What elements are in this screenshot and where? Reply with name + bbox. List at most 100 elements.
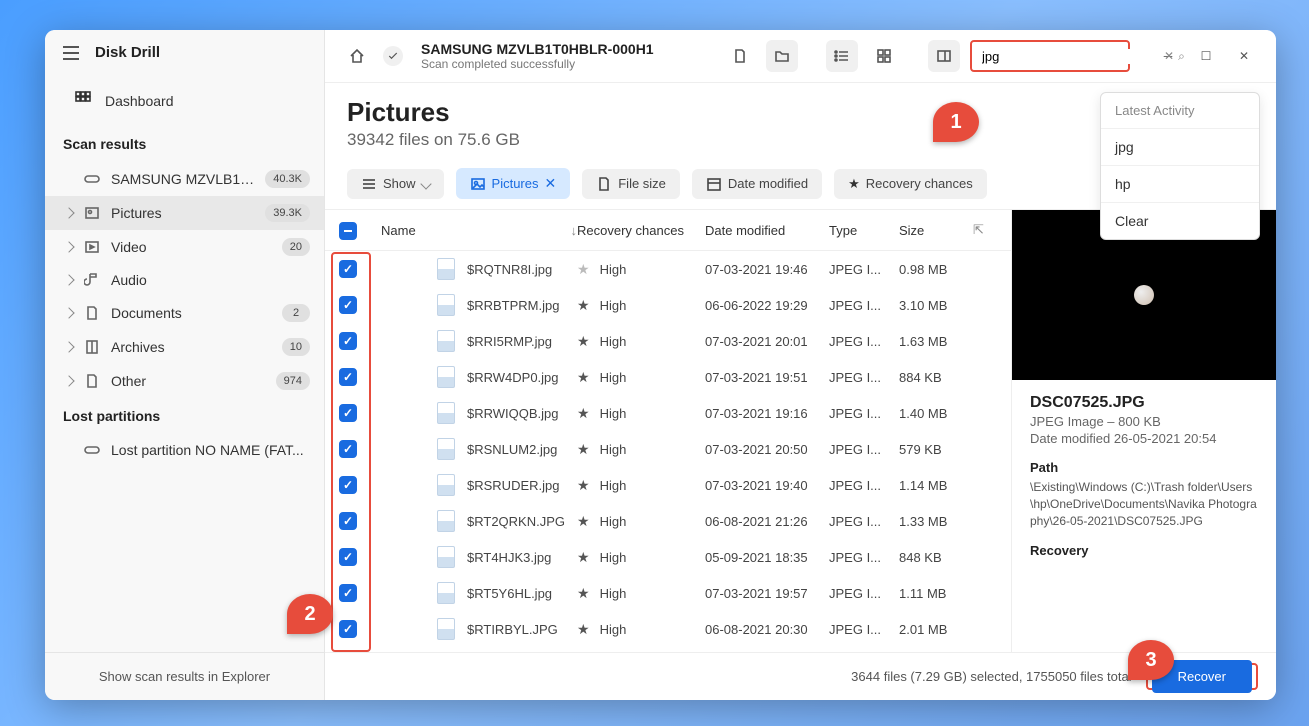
close-button[interactable]: ✕ xyxy=(1228,44,1260,68)
table-row[interactable]: $RTIRBYL.JPG ★High 06-08-2021 20:30 JPEG… xyxy=(325,611,1011,647)
category-icon xyxy=(83,239,101,255)
file-icon xyxy=(437,402,455,424)
chevron-right-icon xyxy=(63,207,74,218)
search-icon[interactable]: ⌕ xyxy=(1176,47,1187,66)
menu-icon[interactable] xyxy=(63,46,79,60)
chevron-right-icon xyxy=(63,274,74,285)
col-date[interactable]: Date modified xyxy=(705,223,829,238)
maximize-button[interactable]: ☐ xyxy=(1190,44,1222,68)
list-view-icon[interactable] xyxy=(826,40,858,72)
history-item[interactable]: hp xyxy=(1101,165,1259,202)
table-row[interactable]: $RSRUDER.jpg ★High 07-03-2021 19:40 JPEG… xyxy=(325,467,1011,503)
show-in-explorer[interactable]: Show scan results in Explorer xyxy=(45,652,324,700)
table-row[interactable]: $RT4HJK3.jpg ★High 05-09-2021 18:35 JPEG… xyxy=(325,539,1011,575)
chevron-right-icon xyxy=(63,375,74,386)
filesize-filter[interactable]: File size xyxy=(582,169,680,199)
history-item[interactable]: jpg xyxy=(1101,128,1259,165)
detail-filename: DSC07525.JPG xyxy=(1030,394,1258,412)
row-checkbox[interactable] xyxy=(339,332,357,350)
row-checkbox[interactable] xyxy=(339,548,357,566)
table-row[interactable]: $RRWIQQB.jpg ★High 07-03-2021 19:16 JPEG… xyxy=(325,395,1011,431)
star-icon: ★ xyxy=(577,333,590,349)
star-icon: ★ xyxy=(577,549,590,565)
star-icon: ★ xyxy=(577,369,590,385)
row-checkbox[interactable] xyxy=(339,296,357,314)
panel-toggle-icon[interactable] xyxy=(928,40,960,72)
popout-icon[interactable]: ⇱ xyxy=(973,222,997,238)
file-view-icon[interactable] xyxy=(724,40,756,72)
star-icon: ★ xyxy=(577,261,590,277)
row-checkbox[interactable] xyxy=(339,440,357,458)
category-icon xyxy=(83,373,101,389)
table-row[interactable]: $RT2QRKN.JPG ★High 06-08-2021 21:26 JPEG… xyxy=(325,503,1011,539)
category-icon xyxy=(83,205,101,221)
col-type[interactable]: Type xyxy=(829,223,899,238)
table-row[interactable]: $RRBTPRM.jpg ★High 06-06-2022 19:29 JPEG… xyxy=(325,287,1011,323)
row-checkbox[interactable] xyxy=(339,620,357,638)
sidebar-item-audio[interactable]: Audio xyxy=(45,264,324,296)
table-row[interactable]: $RSNLUM2.jpg ★High 07-03-2021 20:50 JPEG… xyxy=(325,431,1011,467)
file-icon xyxy=(596,176,612,192)
detail-meta: JPEG Image – 800 KB xyxy=(1030,414,1258,429)
file-icon xyxy=(437,438,455,460)
sidebar-item-archives[interactable]: Archives 10 xyxy=(45,330,324,364)
file-icon xyxy=(437,474,455,496)
star-icon: ★ xyxy=(577,297,590,313)
table-row[interactable]: $RRI5RMP.jpg ★High 07-03-2021 20:01 JPEG… xyxy=(325,323,1011,359)
main: SAMSUNG MZVLB1T0HBLR-000H1 Scan complete… xyxy=(325,30,1276,700)
folder-view-icon[interactable] xyxy=(766,40,798,72)
row-checkbox[interactable] xyxy=(339,512,357,530)
select-all-checkbox[interactable] xyxy=(339,222,357,240)
file-icon xyxy=(437,582,455,604)
star-icon: ★ xyxy=(577,441,590,457)
row-checkbox[interactable] xyxy=(339,476,357,494)
nav-dashboard[interactable]: Dashboard xyxy=(45,81,324,120)
table-row[interactable]: $RT5Y6HL.jpg ★High 07-03-2021 19:57 JPEG… xyxy=(325,575,1011,611)
row-checkbox[interactable] xyxy=(339,260,357,278)
history-clear[interactable]: Clear xyxy=(1101,202,1259,239)
col-name[interactable]: Name xyxy=(373,223,565,238)
close-icon[interactable]: ✕ xyxy=(545,175,557,192)
row-checkbox[interactable] xyxy=(339,584,357,602)
lost-partition-item[interactable]: Lost partition NO NAME (FAT... xyxy=(45,434,324,466)
show-filter[interactable]: Show xyxy=(347,169,444,199)
clear-search-icon[interactable]: ✕ xyxy=(1162,47,1176,65)
recovery-filter[interactable]: ★ Recovery chances xyxy=(834,169,987,199)
drive-info: SAMSUNG MZVLB1T0HBLR-000H1 Scan complete… xyxy=(421,41,714,71)
search-box[interactable]: ✕ ⌕ xyxy=(970,40,1130,72)
selection-status: 3644 files (7.29 GB) selected, 1755050 f… xyxy=(851,669,1131,684)
table-row[interactable]: $RRW4DP0.jpg ★High 07-03-2021 19:51 JPEG… xyxy=(325,359,1011,395)
app-title: Disk Drill xyxy=(95,44,160,61)
date-filter[interactable]: Date modified xyxy=(692,169,822,199)
star-icon: ★ xyxy=(577,585,590,601)
file-icon xyxy=(437,294,455,316)
search-input[interactable] xyxy=(978,49,1162,64)
home-button[interactable] xyxy=(341,40,373,72)
category-icon xyxy=(83,305,101,321)
table-row[interactable]: $RQTNR8I.jpg ★High 07-03-2021 19:46 JPEG… xyxy=(325,251,1011,287)
search-history-dropdown: Latest Activity jpg hp Clear xyxy=(1100,92,1260,240)
star-icon: ★ xyxy=(577,405,590,421)
row-checkbox[interactable] xyxy=(339,368,357,386)
drive-item[interactable]: SAMSUNG MZVLB1T0... 40.3K xyxy=(45,162,324,196)
sidebar-header: Disk Drill xyxy=(45,30,324,75)
pictures-filter[interactable]: Pictures ✕ xyxy=(456,168,571,199)
file-icon xyxy=(437,510,455,532)
star-icon: ★ xyxy=(577,477,590,493)
sidebar-item-documents[interactable]: Documents 2 xyxy=(45,296,324,330)
col-size[interactable]: Size xyxy=(899,223,973,238)
star-icon: ★ xyxy=(577,621,590,637)
details-panel: DSC07525.JPG JPEG Image – 800 KB Date mo… xyxy=(1011,210,1276,652)
row-checkbox[interactable] xyxy=(339,404,357,422)
chevron-right-icon xyxy=(63,307,74,318)
file-icon xyxy=(437,330,455,352)
sidebar-item-other[interactable]: Other 974 xyxy=(45,364,324,398)
star-icon: ★ xyxy=(848,176,860,192)
sidebar-item-pictures[interactable]: Pictures 39.3K xyxy=(45,196,324,230)
col-recovery[interactable]: Recovery chances xyxy=(577,223,705,238)
sidebar-item-video[interactable]: Video 20 xyxy=(45,230,324,264)
step-badge-2: 2 xyxy=(287,594,333,634)
calendar-icon xyxy=(706,176,722,192)
grid-view-icon[interactable] xyxy=(868,40,900,72)
chevron-down-icon xyxy=(420,178,431,189)
